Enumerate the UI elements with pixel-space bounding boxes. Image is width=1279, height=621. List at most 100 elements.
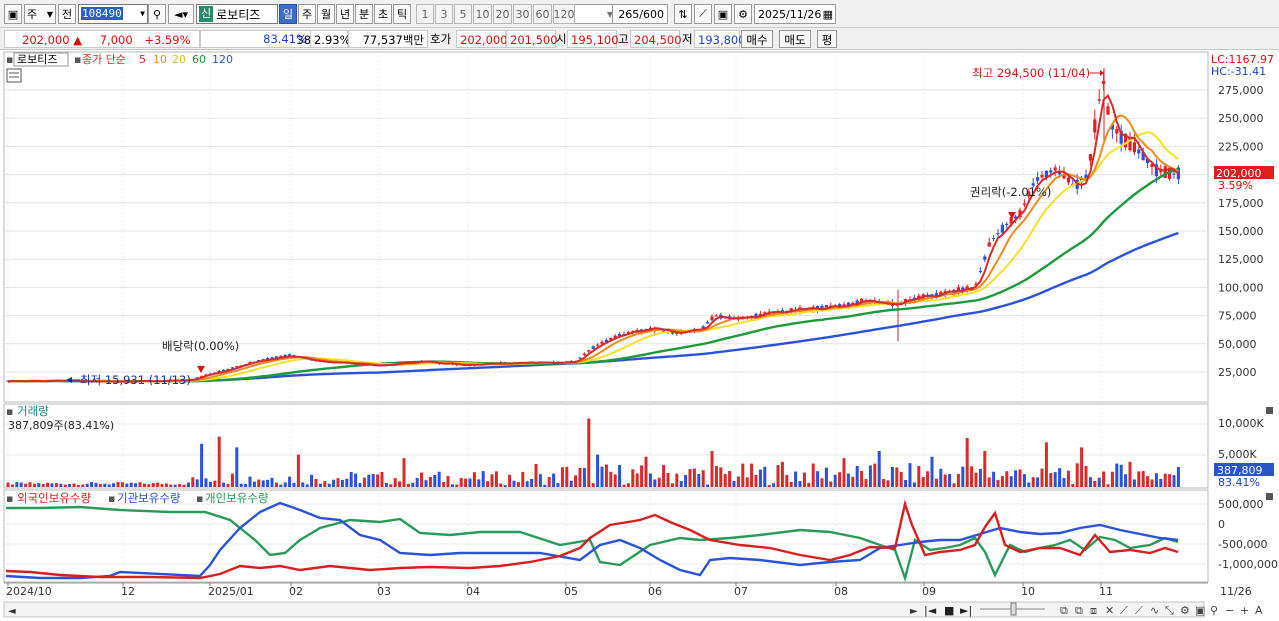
stock-name-box[interactable]: 신 로보티즈 — [196, 4, 278, 24]
volume-bar — [433, 474, 437, 487]
foreign-legend: 외국인보유수량 — [17, 491, 91, 505]
turnover-cell: 2.93% — [310, 30, 351, 48]
price-change: 7,000 — [99, 33, 133, 47]
candle-body — [987, 242, 991, 247]
interval-5[interactable]: 5 — [454, 4, 472, 24]
zoom-in-icon[interactable]: + — [1240, 604, 1249, 617]
candle-icon[interactable]: ⇅ — [674, 4, 692, 24]
volume-bar — [653, 479, 657, 487]
panel-marker-icon: ▪ — [6, 53, 13, 66]
volume-bar — [917, 465, 921, 487]
ma-period-10: 10 — [153, 53, 167, 66]
prev-button[interactable]: 전 — [58, 4, 76, 24]
first-page-icon[interactable]: |◄ — [924, 604, 937, 617]
interval-20[interactable]: 20 — [493, 4, 512, 24]
crosshair-icon[interactable]: ✕ — [1105, 604, 1114, 617]
ask1-cell: 202,000 — [456, 30, 508, 48]
x-axis: 2024/10 12 2025/01 02 03 04 05 06 07 08 09 10 11 — [4, 582, 1208, 598]
volume-bar — [596, 454, 600, 487]
copy-icon[interactable]: ⧉ — [1075, 604, 1083, 617]
sell-button[interactable]: 매도 — [779, 30, 811, 48]
period-2[interactable]: 월 — [317, 4, 335, 24]
period-1[interactable]: 주 — [298, 4, 316, 24]
save-icon[interactable]: ▣ — [714, 4, 732, 24]
volume-bar — [754, 474, 758, 487]
volume-bar — [789, 481, 793, 487]
volume-bar — [719, 467, 723, 487]
candle-body — [1000, 224, 1004, 233]
scroll-left-icon[interactable]: ◄ — [8, 606, 16, 617]
candle-body — [591, 346, 595, 350]
panel-close-icon[interactable] — [1266, 493, 1273, 500]
speaker-icon[interactable]: ◄▾ — [168, 4, 194, 24]
period-0[interactable]: 일 — [279, 4, 297, 24]
high-cell: 204,500 — [630, 30, 682, 48]
volume-bar — [921, 477, 925, 487]
stock-code-input[interactable]: 108490 ▼ — [78, 4, 148, 24]
volume-bar — [974, 472, 978, 487]
volume-bar — [723, 474, 727, 487]
volume-bar — [239, 483, 243, 487]
interval-30[interactable]: 30 — [513, 4, 532, 24]
x-label: 2025/01 — [208, 585, 254, 598]
count-field[interactable]: 265/600 — [612, 4, 668, 24]
volume-bar — [1027, 482, 1031, 487]
hide-chart-icon[interactable]: ⧉ — [1060, 604, 1068, 617]
volume-bar — [631, 469, 635, 487]
candle-body — [1163, 166, 1167, 178]
volume-bar — [670, 483, 674, 487]
zoom-out-icon[interactable]: − — [1225, 604, 1234, 617]
count-dropdown[interactable]: ▼ — [574, 4, 616, 24]
stop-icon[interactable]: ■ — [944, 604, 954, 617]
zoom-icon[interactable]: ⚲ — [1210, 604, 1218, 617]
window-icon[interactable]: ▣ — [4, 4, 22, 24]
x-label: 11 — [1099, 585, 1113, 598]
volume-tick-5000k: 5,000K — [1218, 448, 1257, 461]
draw-tool-icon[interactable]: ⟋ — [694, 4, 712, 24]
table-view-icon[interactable] — [6, 68, 22, 83]
volume-bar — [820, 478, 824, 487]
fibonacci-icon[interactable]: ∿ — [1150, 604, 1159, 617]
interval-1[interactable]: 1 — [416, 4, 434, 24]
text-size-icon[interactable]: A — [1255, 604, 1263, 617]
interval-3[interactable]: 3 — [435, 4, 453, 24]
volume-bar — [882, 479, 886, 487]
interval-60[interactable]: 60 — [533, 4, 552, 24]
trend-icon[interactable]: ⤡ — [1165, 604, 1174, 617]
volume-bar — [204, 478, 208, 487]
volume-bar — [472, 472, 476, 487]
candle-body — [706, 322, 710, 324]
draw-line-icon[interactable]: ⟋ — [1120, 604, 1128, 617]
volume-bar — [376, 474, 380, 487]
x-label: 02 — [289, 585, 303, 598]
volume-bar — [538, 474, 542, 487]
zoom-slider-handle[interactable] — [1010, 602, 1017, 616]
period-3[interactable]: 년 — [336, 4, 354, 24]
panel-close-icon[interactable] — [1266, 407, 1273, 414]
eval-button[interactable]: 평 — [817, 30, 837, 48]
chart-frame[interactable]: 2024/10 12 2025/01 02 03 04 05 06 07 08 09 10 11 ▪ 로… — [0, 50, 1279, 621]
candle-body — [1137, 149, 1141, 154]
volume-bar — [406, 483, 410, 487]
interval-120[interactable]: 120 — [553, 4, 575, 24]
last-page-icon[interactable]: ►| — [960, 604, 972, 617]
scroll-right-icon[interactable]: ► — [910, 606, 918, 617]
volume-bar — [732, 481, 736, 487]
date-field[interactable]: 2025/11/26 ▦ — [754, 4, 836, 24]
search-icon[interactable]: ⚲ — [148, 4, 166, 24]
volume-bar — [252, 481, 256, 487]
market-select[interactable]: 주 ▼ — [24, 4, 56, 24]
buy-button[interactable]: 매수 — [741, 30, 773, 48]
volume-bar — [556, 482, 560, 487]
compare-icon[interactable]: ⧈ — [1090, 604, 1097, 617]
period-6[interactable]: 틱 — [393, 4, 411, 24]
measure-icon[interactable]: ⟋ — [1135, 604, 1143, 617]
price-tick: 250,000 — [1218, 112, 1264, 125]
period-4[interactable]: 분 — [355, 4, 373, 24]
stock-chart[interactable]: 2024/10 12 2025/01 02 03 04 05 06 07 08 09 10 11 ▪ 로… — [0, 50, 1279, 621]
interval-10[interactable]: 10 — [473, 4, 492, 24]
gear-icon[interactable]: ⚙ — [734, 4, 752, 24]
print-icon[interactable]: ▣ — [1195, 604, 1205, 617]
period-5[interactable]: 초 — [374, 4, 392, 24]
settings-icon[interactable]: ⚙ — [1180, 604, 1190, 617]
